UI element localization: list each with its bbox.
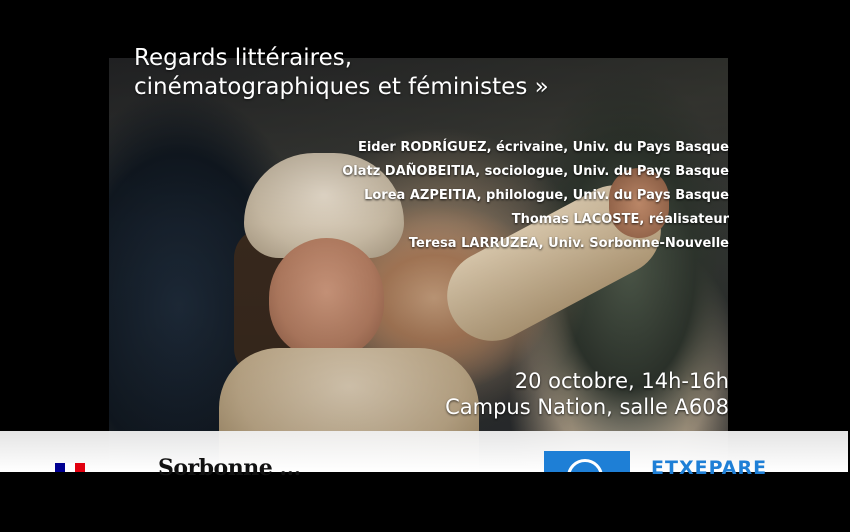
title-line-1: Regards littéraires, (134, 45, 353, 71)
logo-bar: Sorbonne ... ETXEPARE (0, 431, 848, 479)
republique-francaise-logo (55, 463, 85, 472)
speaker-item: Olatz DAÑOBEITIA, sociologue, Univ. du P… (342, 164, 729, 179)
speaker-item: Thomas LACOSTE, réalisateur (511, 212, 729, 227)
etxepare-ring-icon (567, 459, 603, 472)
flag-white-stripe (65, 463, 75, 472)
flag-red-stripe (75, 463, 85, 472)
speaker-item: Teresa LARRUZEA, Univ. Sorbonne-Nouvelle (408, 236, 729, 251)
etxepare-logo-text: ETXEPARE (651, 457, 768, 479)
speaker-list: Eider RODRÍGUEZ, écrivaine, Univ. du Pay… (342, 136, 729, 256)
event-info: 20 octobre, 14h-16h Campus Nation, salle… (445, 368, 729, 420)
flag-blue-stripe (55, 463, 65, 472)
event-place: Campus Nation, salle A608 (445, 395, 729, 419)
speaker-item: Lorea AZPEITIA, philologue, Univ. du Pay… (364, 188, 729, 203)
event-date: 20 octobre, 14h-16h (514, 369, 729, 393)
sorbonne-logo: Sorbonne ... (158, 455, 301, 481)
speaker-item: Eider RODRÍGUEZ, écrivaine, Univ. du Pay… (357, 140, 729, 155)
poster-title: Regards littéraires, cinématographiques … (134, 44, 549, 102)
title-line-2: cinématographiques et féministes » (134, 74, 549, 100)
etxepare-logo-mark (544, 451, 630, 472)
